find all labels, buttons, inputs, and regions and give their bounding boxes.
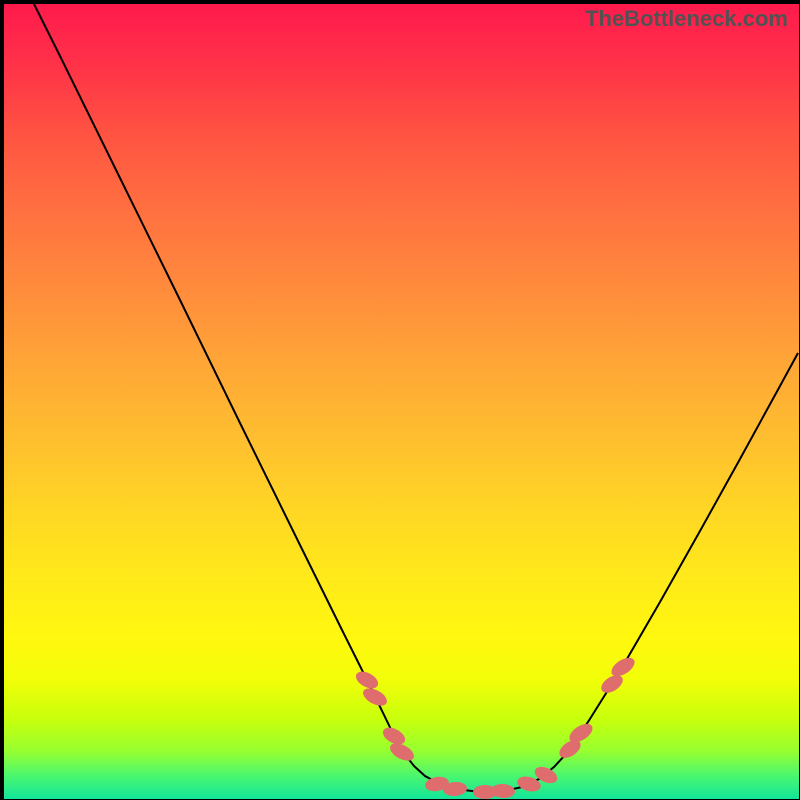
watermark-text: TheBottleneck.com xyxy=(585,6,788,32)
chart-background-gradient xyxy=(4,4,799,799)
chart-frame: TheBottleneck.com xyxy=(0,0,799,799)
